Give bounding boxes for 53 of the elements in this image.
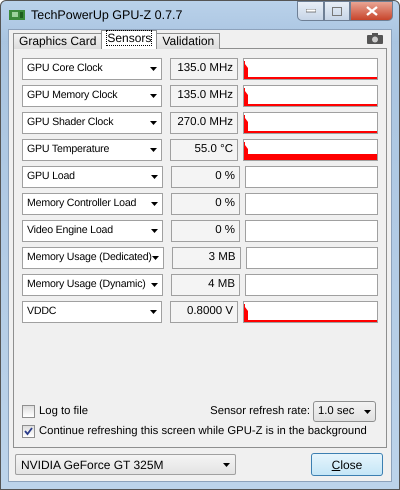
close-button[interactable]: Close (311, 453, 383, 476)
sensor-value: 135.0 MHz (170, 85, 238, 107)
minimize-icon (306, 9, 316, 13)
maximize-icon (332, 6, 342, 16)
caret-icon (150, 283, 158, 287)
maximize-button[interactable] (324, 1, 350, 21)
caret-icon (150, 94, 157, 98)
checkbox-label: Continue refreshing this screen while GPU-Z is in the background (39, 424, 367, 440)
sensor-value: 55.0 °C (170, 139, 238, 161)
sensor-dropdown[interactable]: Memory Usage (Dynamic) (22, 274, 163, 296)
checkbox[interactable] (22, 425, 35, 438)
caret-icon (150, 175, 158, 179)
caret-icon (150, 67, 157, 71)
caret-icon (150, 202, 158, 206)
check-icon (24, 427, 33, 436)
sensor-dropdown[interactable]: GPU Memory Clock (22, 85, 162, 107)
sensor-dropdown[interactable]: GPU Shader Clock (22, 112, 162, 134)
sensor-dropdown[interactable]: Memory Controller Load (22, 193, 163, 215)
sensor-dropdown[interactable]: VDDC (22, 301, 162, 323)
caret-icon (150, 310, 157, 314)
checkbox-label: Log to file (39, 404, 88, 420)
gpu-select-dropdown[interactable]: NVIDIA GeForce GT 325M (15, 454, 236, 475)
refresh-rate-dropdown[interactable]: 1.0 sec (313, 401, 376, 422)
sensor-value: 4 MB (170, 274, 240, 296)
gpu-card-icon (9, 9, 25, 21)
sensor-dropdown[interactable]: GPU Load (22, 166, 163, 188)
caret-icon (150, 121, 157, 125)
sensor-dropdown[interactable]: Video Engine Load (22, 220, 163, 242)
caret-icon (152, 256, 159, 260)
caret-icon (150, 148, 157, 152)
caret-icon (150, 229, 158, 233)
sensor-value: 3 MB (172, 247, 241, 269)
refresh-rate-label: Sensor refresh rate: (210, 404, 310, 420)
window-title: TechPowerUp GPU-Z 0.7.7 (31, 6, 182, 24)
tab[interactable]: Sensors (101, 30, 158, 49)
sensor-value: 0.8000 V (170, 301, 238, 323)
caret-icon (223, 462, 230, 466)
close-window-button[interactable] (350, 1, 393, 21)
checkbox[interactable] (22, 405, 35, 418)
sensor-value: 0 % (170, 220, 240, 242)
tab[interactable]: Graphics Card (13, 33, 102, 49)
camera-icon[interactable] (367, 33, 383, 44)
sensor-value: 0 % (170, 193, 240, 215)
sensor-value: 135.0 MHz (170, 58, 238, 80)
sensor-value: 0 % (170, 166, 240, 188)
sensor-dropdown[interactable]: GPU Core Clock (22, 58, 162, 80)
sensor-dropdown[interactable]: GPU Temperature (22, 139, 162, 161)
sensor-value: 270.0 MHz (170, 112, 238, 134)
minimize-button[interactable] (297, 1, 324, 21)
caret-icon (364, 410, 371, 414)
close-icon (366, 6, 378, 16)
tab[interactable]: Validation (156, 33, 220, 49)
sensor-dropdown[interactable]: Memory Usage (Dedicated) (22, 247, 164, 269)
